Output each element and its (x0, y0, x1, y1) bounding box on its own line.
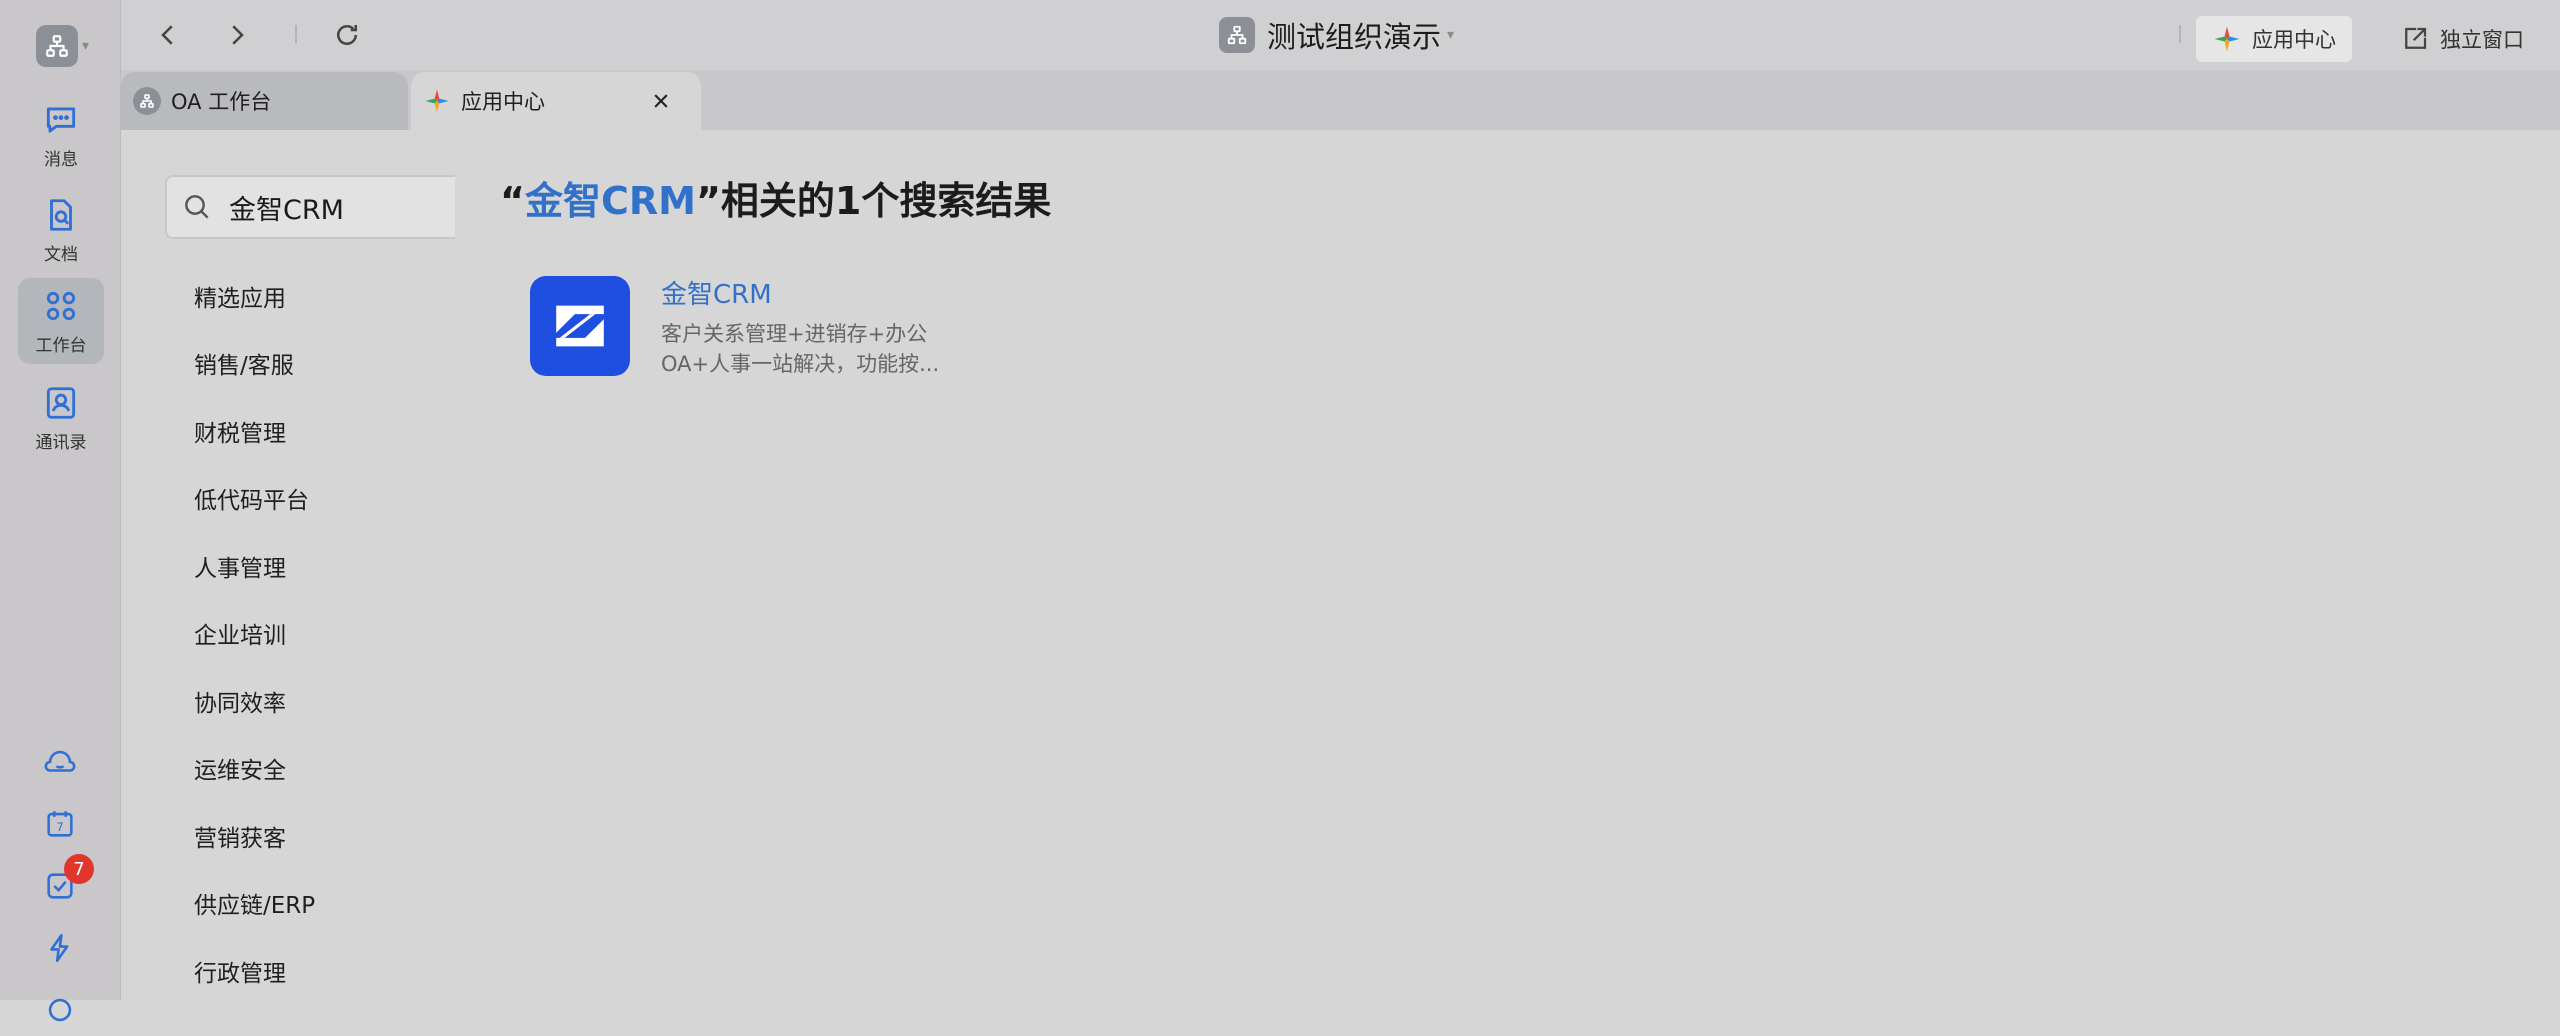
chevron-right-icon (232, 25, 244, 45)
tab-oa-workbench[interactable]: OA 工作台 (121, 72, 408, 130)
divider (2179, 25, 2181, 43)
category-item[interactable]: 营销获客 (194, 802, 315, 870)
search-input[interactable] (227, 190, 451, 224)
category-item[interactable]: 销售/客服 (194, 330, 315, 398)
lightning-icon (50, 933, 69, 963)
standalone-window-label: 独立窗口 (2440, 28, 2524, 52)
tab-label: OA 工作台 (171, 90, 272, 114)
rail-more-button[interactable] (34, 984, 86, 1036)
search-query-highlight: 金智CRM (524, 179, 696, 223)
document-icon (50, 198, 72, 231)
search-icon (185, 195, 209, 219)
refresh-icon (337, 25, 357, 45)
chevron-down-icon: ▾ (82, 38, 90, 54)
category-item[interactable]: 供应链/ERP (194, 870, 315, 938)
jinzhi-crm-logo-icon (530, 276, 630, 376)
rail-todo-button[interactable]: 7 (34, 854, 94, 912)
result-count-text: ”相关的1个搜索结果 (695, 179, 1052, 223)
tab-bar: OA 工作台 应用中心 (121, 70, 2560, 130)
app-name-link[interactable]: 金智CRM (661, 274, 772, 311)
forward-button[interactable] (216, 14, 258, 56)
org-icon (133, 87, 161, 115)
category-item[interactable]: 低代码平台 (194, 465, 315, 533)
refresh-button[interactable] (326, 14, 368, 56)
category-item[interactable]: 人事管理 (194, 532, 315, 600)
category-item[interactable]: 运维安全 (194, 735, 315, 803)
chevron-down-icon: ▾ (1447, 27, 1455, 43)
rail-item-docs[interactable]: 文档 (18, 187, 104, 273)
rail-item-workbench[interactable]: 工作台 (18, 278, 104, 364)
chat-icon (46, 106, 76, 133)
standalone-window-button[interactable]: 独立窗口 (2400, 16, 2524, 62)
apps-grid-icon (46, 291, 76, 320)
org-icon (1219, 17, 1255, 53)
title-bar: 测试组织演示 ▾ 应用中心 独立窗口 (121, 0, 2560, 70)
svg-text:7: 7 (56, 820, 63, 834)
close-icon (654, 94, 668, 108)
org-title: 测试组织演示 (1267, 20, 1442, 54)
rail-cloud-button[interactable] (34, 736, 86, 788)
org-title-switcher[interactable]: 测试组织演示 ▾ (1219, 14, 1454, 56)
category-list: 精选应用 销售/客服 财税管理 低代码平台 人事管理 企业培训 协同效率 运维安… (194, 262, 315, 1005)
more-icon (48, 998, 72, 1022)
divider (295, 25, 297, 43)
app-center-logo-icon (2214, 26, 2240, 52)
app-search-box[interactable] (165, 175, 455, 239)
category-item[interactable]: 财税管理 (194, 397, 315, 465)
rail-quick-button[interactable] (34, 922, 86, 974)
cloud-face-icon (44, 750, 76, 772)
tab-app-center[interactable]: 应用中心 (411, 72, 701, 130)
rail-item-label: 文档 (44, 244, 78, 265)
org-switcher[interactable]: ▾ (36, 22, 108, 70)
category-item[interactable]: 精选应用 (194, 262, 315, 330)
contacts-icon (46, 386, 76, 419)
rail-item-contacts[interactable]: 通讯录 (18, 375, 104, 461)
app-center-button[interactable]: 应用中心 (2196, 16, 2352, 62)
org-icon (36, 25, 78, 67)
todo-count-badge: 7 (64, 854, 94, 884)
rail-item-label: 通讯录 (35, 432, 87, 453)
close-tab-button[interactable] (647, 87, 675, 115)
rail-calendar-button[interactable]: 7 (34, 798, 86, 850)
search-result-heading: “金智CRM”相关的1个搜索结果 (500, 170, 1051, 225)
left-rail: ▾ 消息 文档 工作台 通讯录 7 7 (0, 0, 121, 1022)
quote-open: “ (500, 179, 525, 223)
calendar-icon: 7 (47, 811, 73, 837)
category-item[interactable]: 协同效率 (194, 667, 315, 735)
chevron-left-icon (161, 25, 173, 45)
category-item[interactable]: 行政管理 (194, 937, 315, 1005)
app-result-card[interactable]: 金智CRM 客户关系管理+进销存+办公OA+人事一站解决，功能按... (530, 274, 990, 394)
app-center-logo-icon (423, 87, 451, 115)
rail-item-messages[interactable]: 消息 (18, 92, 104, 178)
category-item[interactable]: 企业培训 (194, 600, 315, 668)
rail-item-label: 消息 (44, 149, 78, 170)
tab-label: 应用中心 (461, 90, 545, 114)
back-button[interactable] (147, 14, 189, 56)
rail-item-label: 工作台 (35, 335, 87, 356)
external-window-icon (2405, 27, 2427, 49)
app-center-label: 应用中心 (2252, 28, 2336, 52)
app-description: 客户关系管理+进销存+办公OA+人事一站解决，功能按... (661, 322, 940, 376)
